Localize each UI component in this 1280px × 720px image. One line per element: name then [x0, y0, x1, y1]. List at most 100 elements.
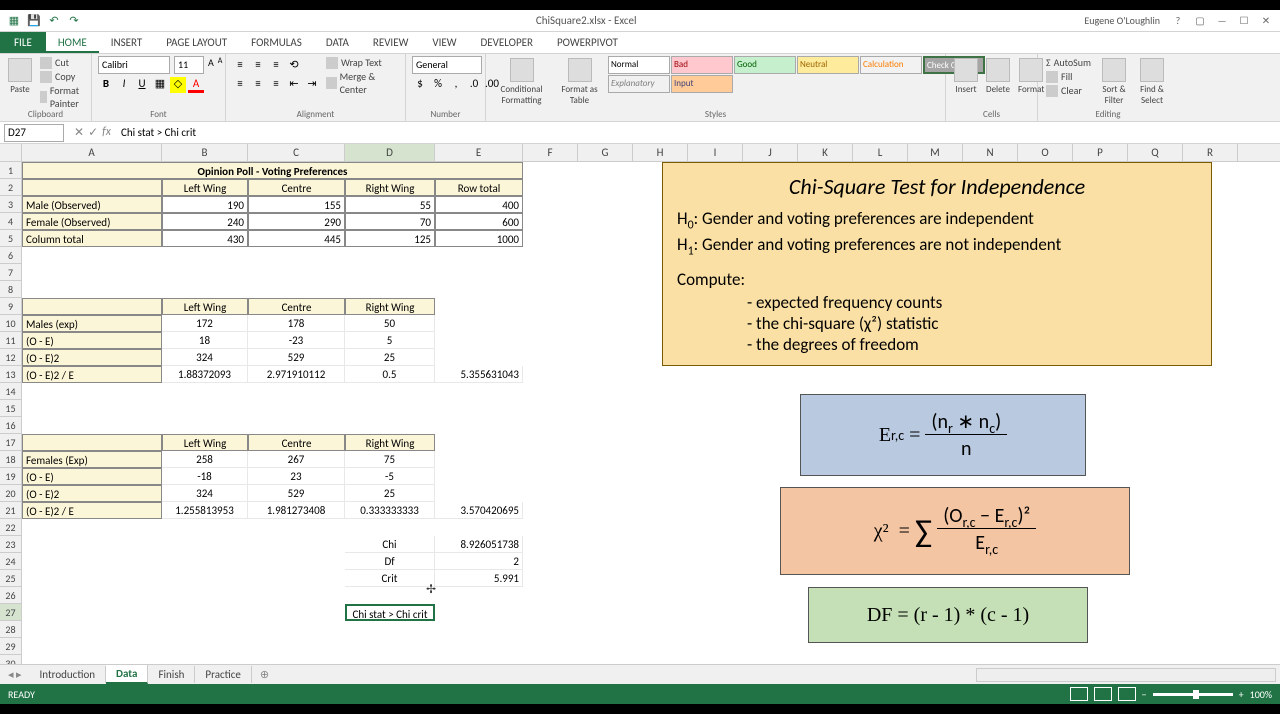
- cell-a20[interactable]: (O - E)2: [22, 485, 162, 502]
- cell-c12[interactable]: 529: [248, 349, 345, 366]
- tab-file[interactable]: FILE: [0, 32, 46, 53]
- close-icon[interactable]: ✕: [1256, 14, 1276, 27]
- font-size-select[interactable]: 11: [174, 56, 204, 74]
- row-21[interactable]: 21: [0, 502, 22, 519]
- maximize-icon[interactable]: ☐: [1234, 14, 1254, 27]
- normal-view-icon[interactable]: [1070, 687, 1088, 701]
- percent-icon[interactable]: %: [430, 77, 446, 93]
- cell-d17[interactable]: Right Wing: [345, 434, 435, 451]
- copy-button[interactable]: Copy: [38, 70, 86, 83]
- name-box[interactable]: [4, 124, 64, 142]
- row-1[interactable]: 1: [0, 162, 22, 179]
- paste-button[interactable]: Paste: [6, 56, 34, 97]
- cell-b9[interactable]: Left Wing: [162, 298, 248, 315]
- row-26[interactable]: 26: [0, 587, 22, 604]
- cell-b21[interactable]: 1.255813953: [162, 502, 248, 519]
- align-bot-icon[interactable]: ≡: [268, 58, 284, 74]
- row-16[interactable]: 16: [0, 417, 22, 434]
- row-8[interactable]: 8: [0, 281, 22, 298]
- zoom-in-button[interactable]: +: [1239, 688, 1244, 701]
- row-18[interactable]: 18: [0, 451, 22, 468]
- col-a[interactable]: A: [22, 144, 162, 161]
- row-24[interactable]: 24: [0, 553, 22, 570]
- row-9[interactable]: 9: [0, 298, 22, 315]
- col-g[interactable]: G: [578, 144, 633, 161]
- cell-d21[interactable]: 0.333333333: [345, 502, 435, 519]
- cell-d5[interactable]: 125: [345, 230, 435, 247]
- cell-e23[interactable]: 8.926051738: [435, 536, 523, 553]
- sort-filter-button[interactable]: Sort & Filter: [1097, 56, 1131, 108]
- cell-a12[interactable]: (O - E)2: [22, 349, 162, 366]
- cell-d25[interactable]: Crit: [345, 570, 435, 587]
- cell-c11[interactable]: -23: [248, 332, 345, 349]
- cell-a10[interactable]: Males (exp): [22, 315, 162, 332]
- zoom-slider[interactable]: [1153, 693, 1233, 696]
- cell-e4[interactable]: 600: [435, 213, 523, 230]
- undo-icon[interactable]: ↶: [46, 13, 62, 29]
- horizontal-scrollbar[interactable]: [976, 668, 1276, 682]
- cell-b5[interactable]: 430: [162, 230, 248, 247]
- add-sheet-button[interactable]: ⊕: [252, 668, 277, 681]
- style-good[interactable]: Good: [734, 56, 796, 74]
- formula-chi-square[interactable]: χ² = ∑ (Or,c − Er,c)²Er,c: [780, 487, 1130, 575]
- row-6[interactable]: 6: [0, 247, 22, 264]
- worksheet[interactable]: A B C D E F G H I J K L M N O P Q R 1234…: [0, 144, 1280, 664]
- zoom-level[interactable]: 100%: [1250, 688, 1272, 701]
- col-p[interactable]: P: [1073, 144, 1128, 161]
- cell-c5[interactable]: 445: [248, 230, 345, 247]
- indent-dec-icon[interactable]: ⇤: [286, 77, 302, 93]
- save-icon[interactable]: 💾: [26, 13, 42, 29]
- row-29[interactable]: 29: [0, 638, 22, 655]
- help-icon[interactable]: ?: [1168, 14, 1188, 27]
- cell-styles-gallery[interactable]: Normal Bad Good Neutral Calculation Chec…: [608, 56, 985, 93]
- col-i[interactable]: I: [688, 144, 743, 161]
- cell-a17[interactable]: [22, 434, 162, 451]
- tab-home[interactable]: HOME: [46, 32, 99, 53]
- cell-b19[interactable]: -18: [162, 468, 248, 485]
- fx-icon[interactable]: fx: [102, 125, 111, 140]
- page-break-view-icon[interactable]: [1118, 687, 1136, 701]
- autosum-button[interactable]: ΣAutoSum: [1044, 56, 1093, 69]
- cell-a9[interactable]: [22, 298, 162, 315]
- merge-center-button[interactable]: Merge & Center: [324, 70, 399, 96]
- cell-b12[interactable]: 324: [162, 349, 248, 366]
- user-name[interactable]: Eugene O'Loughlin: [1084, 14, 1160, 27]
- page-layout-view-icon[interactable]: [1094, 687, 1112, 701]
- tab-data[interactable]: DATA: [314, 32, 361, 53]
- cell-e24[interactable]: 2: [435, 553, 523, 570]
- col-f[interactable]: F: [523, 144, 578, 161]
- find-select-button[interactable]: Find & Select: [1135, 56, 1169, 108]
- cell-e2[interactable]: Row total: [435, 179, 523, 196]
- row-12[interactable]: 12: [0, 349, 22, 366]
- row-3[interactable]: 3: [0, 196, 22, 213]
- cell-d12[interactable]: 25: [345, 349, 435, 366]
- row-20[interactable]: 20: [0, 485, 22, 502]
- row-headers[interactable]: 1234567891011121314151617181920212223242…: [0, 162, 22, 664]
- sheet-nav[interactable]: ◂ ▸: [0, 668, 30, 681]
- col-n[interactable]: N: [963, 144, 1018, 161]
- border-button[interactable]: ▦: [152, 77, 168, 93]
- row-10[interactable]: 10: [0, 315, 22, 332]
- cell-c13[interactable]: 2.971910112: [248, 366, 345, 383]
- currency-icon[interactable]: $: [412, 77, 428, 93]
- cell-d18[interactable]: 75: [345, 451, 435, 468]
- cell-e13[interactable]: 5.355631043: [435, 366, 523, 383]
- cell-a11[interactable]: (O - E): [22, 332, 162, 349]
- row-27[interactable]: 27: [0, 604, 22, 621]
- row-15[interactable]: 15: [0, 400, 22, 417]
- row-22[interactable]: 22: [0, 519, 22, 536]
- minimize-icon[interactable]: —: [1212, 14, 1232, 27]
- cell-c2[interactable]: Centre: [248, 179, 345, 196]
- style-normal[interactable]: Normal: [608, 56, 670, 74]
- row-28[interactable]: 28: [0, 621, 22, 638]
- style-bad[interactable]: Bad: [671, 56, 733, 74]
- cell-c20[interactable]: 529: [248, 485, 345, 502]
- comma-icon[interactable]: ,: [448, 77, 464, 93]
- cell-a18[interactable]: Females (Exp): [22, 451, 162, 468]
- cut-button[interactable]: Cut: [38, 56, 86, 69]
- row-11[interactable]: 11: [0, 332, 22, 349]
- cell-a13[interactable]: (O - E)2 / E: [22, 366, 162, 383]
- style-explanatory[interactable]: Explanatory: [608, 75, 670, 93]
- delete-cells-button[interactable]: Delete: [984, 56, 1012, 97]
- align-center-icon[interactable]: ≡: [250, 77, 266, 93]
